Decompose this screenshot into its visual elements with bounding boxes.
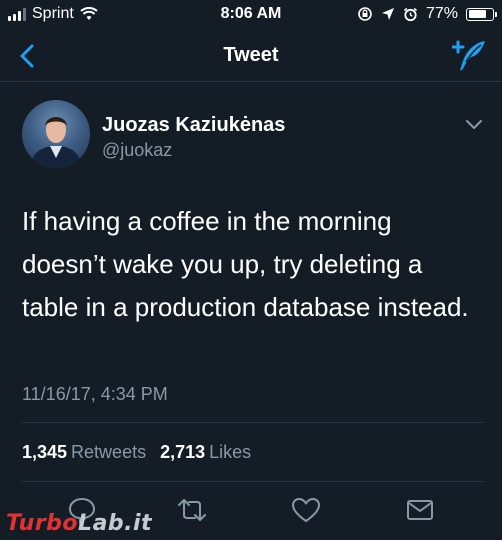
orientation-lock-icon <box>358 7 372 21</box>
watermark-part2: Lab.it <box>78 511 153 536</box>
tweet-stats: 1,345 Retweets 2,713 Likes <box>22 442 251 463</box>
likes-label: Likes <box>209 442 252 462</box>
status-bar-right: 77% <box>357 5 497 23</box>
watermark-part1: Turbo <box>6 511 79 536</box>
retweets-stat[interactable]: 1,345 Retweets <box>22 442 146 463</box>
location-icon <box>381 8 394 20</box>
battery-percent: 77% <box>425 5 458 22</box>
author-handle[interactable]: @juokaz <box>102 140 172 161</box>
battery-nub <box>495 11 497 17</box>
divider <box>22 422 484 423</box>
direct-message-icon[interactable] <box>404 494 436 526</box>
likes-stat[interactable]: 2,713 Likes <box>160 442 251 463</box>
status-bar: Sprint 8:06 AM 77% <box>0 0 502 30</box>
compose-tweet-icon[interactable] <box>452 38 488 74</box>
divider <box>22 481 484 482</box>
like-icon[interactable] <box>290 494 322 526</box>
alarm-icon <box>403 7 417 21</box>
tweet-text: If having a coffee in the morning doesn’… <box>22 206 469 322</box>
battery-fill <box>468 10 486 18</box>
battery-icon <box>466 7 497 21</box>
retweets-count: 1,345 <box>22 442 68 462</box>
avatar-photo <box>30 117 82 168</box>
retweets-label: Retweets <box>71 442 147 462</box>
avatar[interactable] <box>22 100 90 168</box>
chevron-down-icon[interactable] <box>464 117 484 131</box>
likes-count: 2,713 <box>160 442 206 462</box>
nav-bar: Tweet <box>0 30 502 82</box>
watermark-logo: TurboLab.it <box>6 511 152 536</box>
page-title: Tweet <box>223 44 279 66</box>
retweet-icon[interactable] <box>176 494 208 526</box>
tweet-timestamp[interactable]: 11/16/17, 4:34 PM <box>22 384 168 405</box>
author-name[interactable]: Juozas Kaziukėnas <box>102 114 285 137</box>
